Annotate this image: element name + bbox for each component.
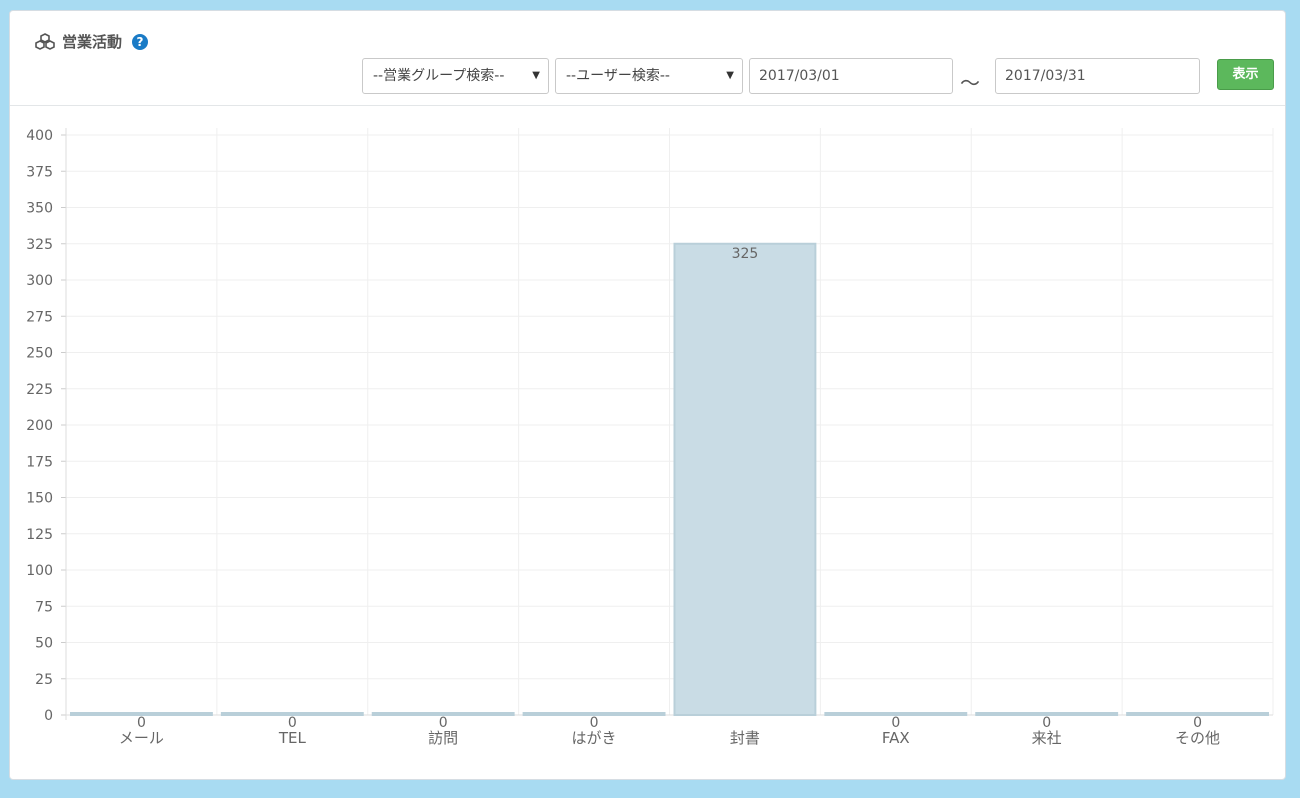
- y-tick-label: 175: [26, 454, 53, 470]
- y-tick-label: 200: [26, 418, 53, 434]
- y-tick-label: 400: [26, 128, 53, 144]
- x-tick-label: TEL: [278, 729, 307, 747]
- y-tick-label: 250: [26, 346, 53, 362]
- y-tick-label: 150: [26, 491, 53, 507]
- y-tick-label: 100: [26, 563, 53, 579]
- y-tick-label: 350: [26, 201, 53, 217]
- y-tick-label: 275: [26, 309, 53, 325]
- x-tick-label: その他: [1175, 729, 1220, 747]
- bar-value-label: 325: [732, 246, 759, 262]
- x-tick-label: FAX: [882, 729, 910, 747]
- y-tick-label: 225: [26, 382, 53, 398]
- bar-4: [673, 242, 817, 716]
- y-tick-label: 75: [35, 599, 53, 615]
- x-tick-label: メール: [119, 729, 164, 747]
- activity-bar-chart: 0 25 50 75 100 125 150 175 200 225 250 275 300 325 350…: [26, 128, 1274, 747]
- x-tick-label: はがき: [572, 729, 617, 747]
- x-tick-label: 来社: [1032, 729, 1062, 747]
- y-tick-label: 125: [26, 527, 53, 543]
- y-tick-label: 0: [44, 708, 53, 724]
- y-tick-label: 325: [26, 237, 53, 253]
- y-tick-label: 375: [26, 164, 53, 180]
- y-tick-label: 25: [35, 672, 53, 688]
- y-tick-label: 50: [35, 636, 53, 652]
- x-tick-label: 封書: [730, 729, 760, 747]
- y-tick-label: 300: [26, 273, 53, 289]
- x-tick-label: 訪問: [428, 729, 458, 747]
